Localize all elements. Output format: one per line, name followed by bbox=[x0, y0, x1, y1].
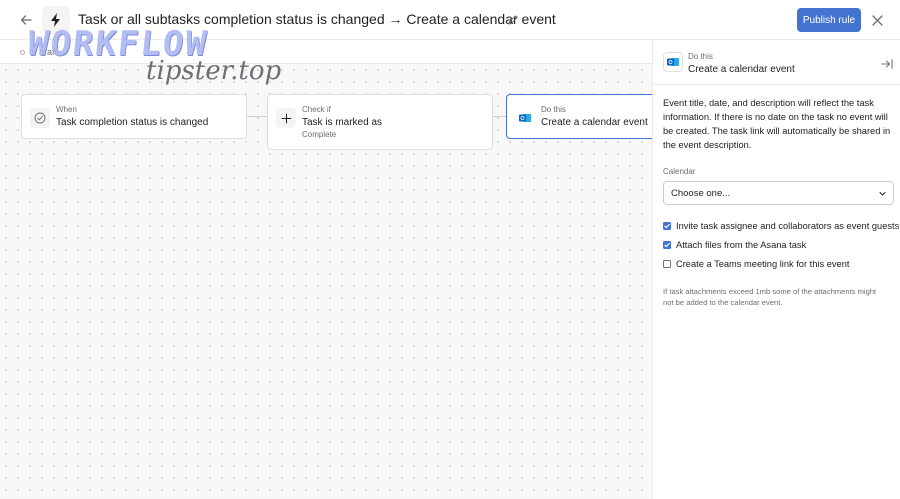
x-icon bbox=[871, 14, 883, 26]
action-details-panel: O Do this Create a calendar event Event … bbox=[652, 40, 900, 499]
close-button[interactable] bbox=[869, 12, 885, 28]
watermark-text: tipster.top bbox=[146, 56, 282, 86]
attach-files-label: Attach files from the Asana task bbox=[676, 240, 807, 250]
workflow-canvas[interactable]: When Task completion status is changed C… bbox=[0, 64, 666, 499]
connector-line bbox=[492, 116, 507, 117]
attach-files-checkbox[interactable] bbox=[663, 241, 671, 249]
invite-guests-checkbox[interactable] bbox=[663, 222, 671, 230]
collapse-right-icon bbox=[881, 59, 893, 69]
connector-line bbox=[246, 116, 268, 117]
pencil-icon bbox=[508, 15, 518, 25]
checkmark-icon bbox=[664, 223, 670, 229]
calendar-label: Calendar bbox=[663, 167, 696, 176]
invite-guests-label: Invite task assignee and collaborators a… bbox=[676, 221, 900, 231]
teams-link-checkbox[interactable] bbox=[663, 260, 671, 268]
edit-title-button[interactable] bbox=[507, 13, 521, 27]
option-teams-link[interactable]: Create a Teams meeting link for this eve… bbox=[663, 259, 898, 271]
outlook-icon: O bbox=[667, 58, 679, 66]
card-title: Task is marked as bbox=[302, 117, 383, 128]
svg-text:O: O bbox=[520, 116, 525, 122]
checkmark-icon bbox=[664, 242, 670, 248]
panel-title: Create a calendar event bbox=[688, 64, 795, 75]
card-kicker: When bbox=[56, 105, 77, 114]
panel-kicker: Do this bbox=[688, 52, 713, 61]
trigger-icon-box bbox=[30, 108, 50, 128]
card-title: Task completion status is changed bbox=[56, 117, 209, 128]
card-title: Create a calendar event bbox=[541, 117, 648, 128]
calendar-select[interactable]: Choose one... bbox=[663, 181, 894, 205]
condition-icon-box bbox=[276, 108, 296, 128]
card-kicker: Do this bbox=[541, 105, 566, 114]
panel-description: Event title, date, and description will … bbox=[663, 98, 891, 150]
chevron-down-icon bbox=[879, 192, 886, 196]
outlook-icon: O bbox=[519, 114, 531, 122]
action-icon-box: O bbox=[515, 108, 535, 128]
teams-link-label: Create a Teams meeting link for this eve… bbox=[676, 259, 850, 269]
calendar-select-value: Choose one... bbox=[671, 188, 731, 199]
status-dot-icon bbox=[20, 50, 25, 55]
collapse-panel-button[interactable] bbox=[881, 57, 893, 69]
option-invite-guests[interactable]: Invite task assignee and collaborators a… bbox=[663, 221, 900, 233]
condition-card[interactable]: Check if Task is marked as Complete bbox=[267, 94, 493, 150]
panel-header: O Do this Create a calendar event bbox=[653, 40, 900, 85]
action-card[interactable]: O Do this Create a calendar event bbox=[506, 94, 666, 139]
attachment-note: If task attachments exceed 1mb some of t… bbox=[663, 287, 877, 307]
card-kicker: Check if bbox=[302, 105, 331, 114]
trigger-card[interactable]: When Task completion status is changed bbox=[21, 94, 247, 139]
option-attach-files[interactable]: Attach files from the Asana task bbox=[663, 240, 898, 252]
panel-icon-box: O bbox=[663, 52, 683, 72]
check-circle-icon bbox=[34, 112, 46, 124]
plus-icon bbox=[281, 113, 291, 123]
svg-text:O: O bbox=[668, 60, 673, 66]
card-subtitle: Complete bbox=[302, 130, 337, 139]
publish-rule-button[interactable]: Publish rule bbox=[797, 8, 861, 32]
